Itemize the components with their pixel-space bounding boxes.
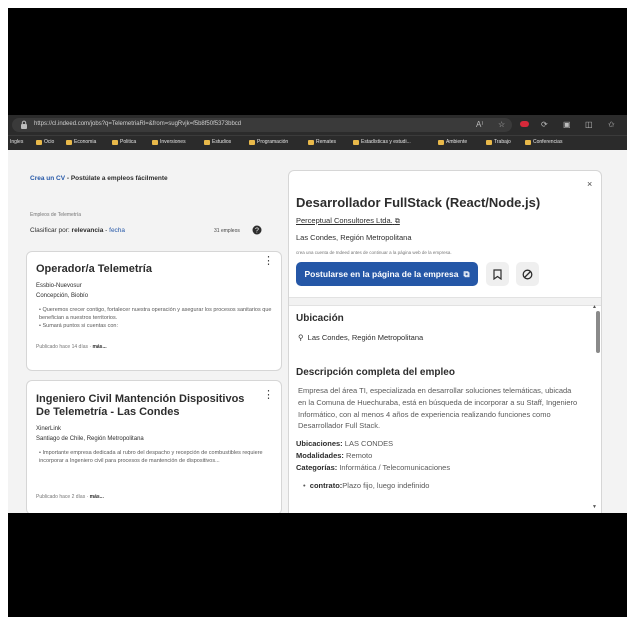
contrato-row: • contrato:Plazo fijo, luego indefinido: [303, 481, 430, 490]
section-divider: [289, 297, 601, 306]
apply-company-site-button[interactable]: Postularse en la página de la empresa ⧉: [296, 262, 478, 286]
close-icon[interactable]: ×: [587, 179, 592, 189]
split-screen-icon[interactable]: ▣: [563, 119, 571, 131]
company-name: XinerLink: [36, 426, 62, 432]
external-link-icon: ⧉: [394, 218, 400, 225]
address-bar-row: https://cl.indeed.com/jobs?q=TelemetriaR…: [8, 115, 627, 135]
folder-icon: [204, 139, 210, 145]
save-job-button[interactable]: [486, 262, 509, 286]
snippet-bullet: • Sumará puntos si cuentas con:: [39, 323, 118, 329]
folder-icon: [438, 139, 444, 145]
browser-window: https://cl.indeed.com/jobs?q=TelemetriaR…: [8, 115, 627, 513]
company-link[interactable]: Perceptual Consultores Ltda. ⧉: [296, 216, 400, 226]
lock-icon: [21, 120, 27, 129]
account-note: crea una cuenta de Indeed antes de conti…: [296, 250, 452, 255]
sort-relevance[interactable]: relevancia: [72, 227, 104, 234]
create-cv-link[interactable]: Crea un CV: [30, 175, 65, 182]
bookmark-trabajo[interactable]: Trabajo: [486, 139, 511, 145]
extension-icon[interactable]: [520, 119, 529, 131]
folder-icon: [112, 139, 118, 145]
snippet-bullet: • Queremos crecer contigo, fortalecer nu…: [39, 307, 272, 321]
job-detail-panel: × Desarrollador FullStack (React/Node.js…: [288, 170, 602, 513]
company-name: Essbio-Nuevosur: [36, 283, 82, 289]
job-location: Santiago de Chile, Región Metropolitana: [36, 436, 144, 442]
job-card[interactable]: Operador/a Telemetría ⋮ Essbio-Nuevosur …: [26, 251, 282, 371]
cv-promo: Crea un CV - Postúlate a empleos fácilme…: [30, 175, 168, 182]
folder-icon: [152, 139, 158, 145]
job-title[interactable]: Operador/a Telemetría: [36, 263, 152, 275]
help-icon[interactable]: ?: [252, 225, 262, 235]
job-card[interactable]: Ingeniero Civil Mantención Dispositivos …: [26, 380, 282, 513]
modalidades-row: Modalidades: Remoto: [296, 451, 373, 460]
refresh-ext-icon[interactable]: ⟳: [541, 119, 548, 131]
folder-icon: [308, 139, 314, 145]
scroll-down-icon[interactable]: ▼: [592, 504, 597, 510]
bookmark-inversiones[interactable]: Inversiones: [152, 139, 186, 145]
folder-icon: [66, 139, 72, 145]
folder-icon: [353, 139, 359, 145]
more-options-icon[interactable]: ⋮: [263, 256, 274, 267]
location-pin-icon: ⚲: [298, 333, 304, 342]
not-interested-button[interactable]: [516, 262, 539, 286]
sort-row: Clasificar por: relevancia - fecha: [30, 227, 126, 234]
description-text: Empresa del área TI, especializada en de…: [298, 386, 578, 431]
posted-date: Publicado hace 14 días · más...: [36, 344, 107, 350]
read-aloud-icon[interactable]: A⁾: [476, 119, 483, 131]
bookmarks-bar: Ingles Ocio Economia Politica Inversione…: [8, 135, 627, 150]
more-link[interactable]: más...: [92, 344, 106, 350]
favorite-star-icon[interactable]: ☆: [498, 119, 505, 131]
bookmark-remates[interactable]: Remates: [308, 139, 336, 145]
folder-icon: [36, 139, 42, 145]
detail-location: Las Condes, Región Metropolitana: [296, 233, 412, 242]
location-heading: Ubicación: [296, 313, 344, 324]
job-title[interactable]: Ingeniero Civil Mantención Dispositivos …: [36, 393, 246, 419]
address-bar[interactable]: https://cl.indeed.com/jobs?q=TelemetriaR…: [12, 118, 512, 132]
bookmark-estudios[interactable]: Estudios: [204, 139, 231, 145]
bookmark-conferencias[interactable]: Conferencias: [525, 139, 562, 145]
sort-date-link[interactable]: fecha: [109, 227, 125, 234]
snippet-bullet: • Importante empresa dedicada al rubro d…: [39, 450, 263, 464]
job-location: Concepción, Biobío: [36, 293, 89, 299]
job-detail-title: Desarrollador FullStack (React/Node.js): [296, 195, 541, 210]
categorias-row: Categorías: Informática / Telecomunicaci…: [296, 463, 451, 472]
url-text: https://cl.indeed.com/jobs?q=TelemetriaR…: [34, 121, 242, 127]
bookmark-politica[interactable]: Politica: [112, 139, 136, 145]
favorites-icon[interactable]: ✩: [608, 119, 615, 131]
posted-date: Publicado hace 2 días · más...: [36, 494, 104, 500]
folder-icon: [525, 139, 531, 145]
bookmark-icon: [493, 268, 502, 280]
bookmark-estadisticas[interactable]: Estadísticas y estudi...: [353, 139, 411, 145]
scrollbar-thumb[interactable]: [596, 311, 600, 353]
location-row: ⚲ Las Condes, Región Metropolitana: [298, 333, 424, 342]
svg-text:?: ?: [255, 228, 259, 235]
more-options-icon[interactable]: ⋮: [263, 390, 274, 401]
bookmark-ocio[interactable]: Ocio: [36, 139, 54, 145]
video-frame: https://cl.indeed.com/jobs?q=TelemetriaR…: [8, 8, 627, 617]
bookmark-economia[interactable]: Economia: [66, 139, 96, 145]
description-heading: Descripción completa del empleo: [296, 367, 455, 378]
search-label: Empleos de Telemetría: [30, 212, 82, 218]
folder-icon: [249, 139, 255, 145]
folder-icon: [486, 139, 492, 145]
ubicaciones-row: Ubicaciones: LAS CONDES: [296, 439, 394, 448]
bookmark-programacion[interactable]: Programación: [249, 139, 288, 145]
scroll-up-icon[interactable]: ▲: [592, 304, 597, 310]
bookmark-ingles[interactable]: Ingles: [10, 139, 23, 145]
collections-icon[interactable]: ◫: [585, 119, 593, 131]
left-header: Crea un CV - Postúlate a empleos fácilme…: [30, 175, 168, 182]
external-link-icon: ⧉: [463, 268, 470, 279]
block-icon: [522, 269, 533, 279]
bookmark-ambiente[interactable]: Ambiente: [438, 139, 467, 145]
job-count: 31 empleos: [214, 228, 240, 234]
more-link[interactable]: más...: [90, 494, 104, 500]
